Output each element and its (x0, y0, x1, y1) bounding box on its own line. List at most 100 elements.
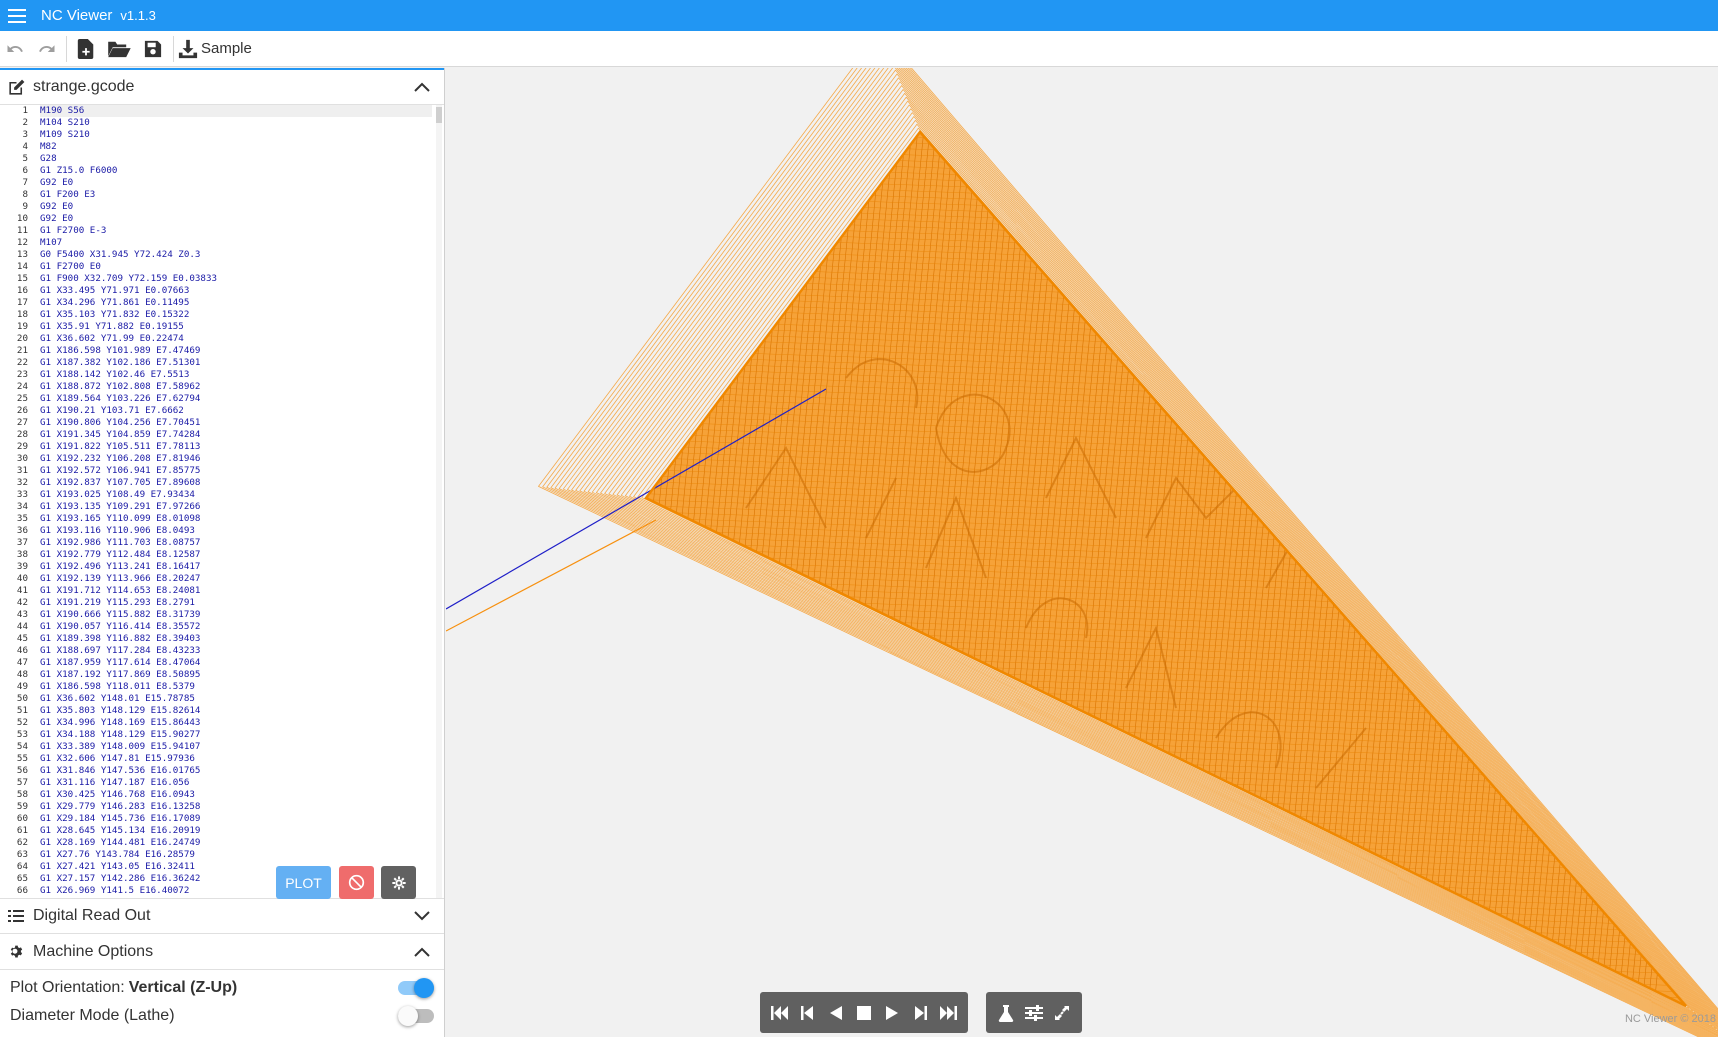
code-line[interactable]: G1 X192.986 Y111.703 E8.08757 (40, 537, 432, 549)
code-line[interactable]: G1 X188.142 Y102.46 E7.5513 (40, 369, 432, 381)
code-line[interactable]: G1 X193.116 Y110.906 E8.0493 (40, 525, 432, 537)
code-line[interactable]: G1 X188.697 Y117.284 E8.43233 (40, 645, 432, 657)
folder-open-icon[interactable] (101, 31, 137, 67)
infill-line (646, 155, 1686, 197)
line-number: 11 (16, 225, 28, 236)
code-line[interactable]: G28 (40, 153, 432, 165)
step-forward-icon[interactable] (906, 998, 934, 1028)
code-line[interactable]: G1 F2700 E-3 (40, 225, 432, 237)
code-line[interactable]: G1 X189.564 Y103.226 E7.62794 (40, 393, 432, 405)
code-line[interactable]: G1 X192.232 Y106.208 E7.81946 (40, 453, 432, 465)
code-line[interactable]: G1 X192.837 Y107.705 E7.89608 (40, 477, 432, 489)
stop-icon[interactable] (850, 998, 878, 1028)
undo-icon[interactable] (2, 31, 28, 67)
code-line[interactable]: M107 (40, 237, 432, 249)
expand-icon[interactable] (1048, 998, 1076, 1028)
code-line[interactable]: G1 X31.116 Y147.187 E16.056 (40, 777, 432, 789)
code-line[interactable]: G1 X187.192 Y117.869 E8.50895 (40, 669, 432, 681)
code-area[interactable]: M190 S56 M104 S210 M109 S210 M82 G28 G1 Z15.0… (40, 105, 432, 897)
code-line[interactable]: G1 X190.666 Y115.882 E8.31739 (40, 609, 432, 621)
code-line[interactable]: G1 X35.803 Y148.129 E15.82614 (40, 705, 432, 717)
code-line[interactable]: G1 X190.806 Y104.256 E7.70451 (40, 417, 432, 429)
skip-start-icon[interactable] (766, 998, 794, 1028)
code-line[interactable]: G1 X31.846 Y147.536 E16.01765 (40, 765, 432, 777)
code-line[interactable]: G1 X186.598 Y101.989 E7.47469 (40, 345, 432, 357)
code-line[interactable]: G92 E0 (40, 177, 432, 189)
code-line[interactable]: G1 X190.21 Y103.71 E7.6662 (40, 405, 432, 417)
save-icon[interactable] (137, 31, 169, 67)
code-line[interactable]: G1 F2700 E0 (40, 261, 432, 273)
code-line[interactable]: G92 E0 (40, 213, 432, 225)
code-line[interactable]: G0 F5400 X31.945 Y72.424 Z0.3 (40, 249, 432, 261)
chevron-up-icon[interactable] (412, 942, 432, 962)
code-line[interactable]: G1 X33.495 Y71.971 E0.07663 (40, 285, 432, 297)
code-line[interactable]: G1 X30.425 Y146.768 E16.0943 (40, 789, 432, 801)
diameter-mode-toggle[interactable] (398, 1006, 434, 1026)
code-line[interactable]: G1 X187.382 Y102.186 E7.51301 (40, 357, 432, 369)
code-line[interactable]: G1 X192.779 Y112.484 E8.12587 (40, 549, 432, 561)
code-line[interactable]: M109 S210 (40, 129, 432, 141)
code-line[interactable]: G1 X29.184 Y145.736 E16.17089 (40, 813, 432, 825)
machine-options-header[interactable]: Machine Options (0, 934, 444, 970)
code-line[interactable]: G1 X186.598 Y118.011 E8.5379 (40, 681, 432, 693)
code-line[interactable]: G1 Z15.0 F6000 (40, 165, 432, 177)
editor-panel-header[interactable]: strange.gcode (0, 68, 444, 105)
new-file-icon[interactable] (71, 31, 101, 67)
code-line[interactable]: G1 X36.602 Y71.99 E0.22474 (40, 333, 432, 345)
code-line[interactable]: G1 X192.139 Y113.966 E8.20247 (40, 573, 432, 585)
code-line[interactable]: G1 X191.345 Y104.859 E7.74284 (40, 429, 432, 441)
plot-settings-button[interactable] (381, 866, 416, 899)
skip-end-icon[interactable] (934, 998, 962, 1028)
sliders-icon[interactable] (1020, 998, 1048, 1028)
code-line[interactable]: G1 X35.103 Y71.832 E0.15322 (40, 309, 432, 321)
code-line[interactable]: G1 X190.057 Y116.414 E8.35572 (40, 621, 432, 633)
gcode-editor[interactable]: 1 2 3 4 5 6 7 8 9 10 11 12 13 14 15 16 17 18 19 20 21 22 23 24 2… (0, 105, 444, 898)
code-line[interactable]: G1 X193.165 Y110.099 E8.01098 (40, 513, 432, 525)
code-line[interactable]: G1 X27.76 Y143.784 E16.28579 (40, 849, 432, 861)
code-line[interactable]: G1 X35.91 Y71.882 E0.19155 (40, 321, 432, 333)
code-line[interactable]: G92 E0 (40, 201, 432, 213)
code-line[interactable]: G1 X192.496 Y113.241 E8.16417 (40, 561, 432, 573)
flask-icon[interactable] (992, 998, 1020, 1028)
code-line[interactable]: G1 X188.872 Y102.808 E7.58962 (40, 381, 432, 393)
code-line[interactable]: G1 X36.602 Y148.01 E15.78785 (40, 693, 432, 705)
code-line[interactable]: G1 X34.296 Y71.861 E0.11495 (40, 297, 432, 309)
step-back-icon[interactable] (794, 998, 822, 1028)
play-icon[interactable] (878, 998, 906, 1028)
dro-panel-header[interactable]: Digital Read Out (0, 898, 444, 934)
chevron-up-icon[interactable] (412, 77, 432, 97)
chevron-down-icon[interactable] (412, 906, 432, 926)
toolpath-viewport[interactable]: NC Viewer © 2018 (446, 68, 1718, 1037)
code-line[interactable]: G1 X192.572 Y106.941 E7.85775 (40, 465, 432, 477)
code-line[interactable]: M190 S56 (40, 105, 432, 117)
code-line[interactable]: G1 F200 E3 (40, 189, 432, 201)
code-line[interactable]: G1 X28.645 Y145.134 E16.20919 (40, 825, 432, 837)
infill-line (506, 108, 596, 1028)
code-line[interactable]: G1 X189.398 Y116.882 E8.39403 (40, 633, 432, 645)
code-line[interactable]: G1 X34.188 Y148.129 E15.90277 (40, 729, 432, 741)
code-line[interactable]: G1 X187.959 Y117.614 E8.47064 (40, 657, 432, 669)
code-line[interactable]: G1 X191.712 Y114.653 E8.24081 (40, 585, 432, 597)
code-line[interactable]: G1 X29.779 Y146.283 E16.13258 (40, 801, 432, 813)
code-line[interactable]: M82 (40, 141, 432, 153)
plot-button[interactable]: PLOT (276, 866, 331, 899)
code-line[interactable]: G1 X33.389 Y148.009 E15.94107 (40, 741, 432, 753)
scrollbar-thumb[interactable] (436, 107, 442, 123)
code-line[interactable]: G1 X34.996 Y148.169 E15.86443 (40, 717, 432, 729)
hamburger-menu-icon[interactable] (1, 0, 32, 31)
sample-button[interactable]: Sample (178, 31, 260, 67)
code-line[interactable]: G1 X28.169 Y144.481 E16.24749 (40, 837, 432, 849)
editor-scrollbar[interactable] (436, 105, 442, 898)
clear-button[interactable] (339, 866, 374, 899)
play-reverse-icon[interactable] (822, 998, 850, 1028)
code-line[interactable]: G1 F900 X32.709 Y72.159 E0.03833 (40, 273, 432, 285)
code-line[interactable]: G1 X191.219 Y115.293 E8.2791 (40, 597, 432, 609)
code-line[interactable]: G1 X193.025 Y108.49 E7.93434 (40, 489, 432, 501)
redo-icon[interactable] (32, 31, 62, 67)
code-line[interactable]: M104 S210 (40, 117, 432, 129)
toolpath-plot[interactable] (446, 68, 1718, 1037)
plot-orientation-toggle[interactable] (398, 978, 434, 998)
code-line[interactable]: G1 X193.135 Y109.291 E7.97266 (40, 501, 432, 513)
code-line[interactable]: G1 X191.822 Y105.511 E7.78113 (40, 441, 432, 453)
code-line[interactable]: G1 X32.606 Y147.81 E15.97936 (40, 753, 432, 765)
